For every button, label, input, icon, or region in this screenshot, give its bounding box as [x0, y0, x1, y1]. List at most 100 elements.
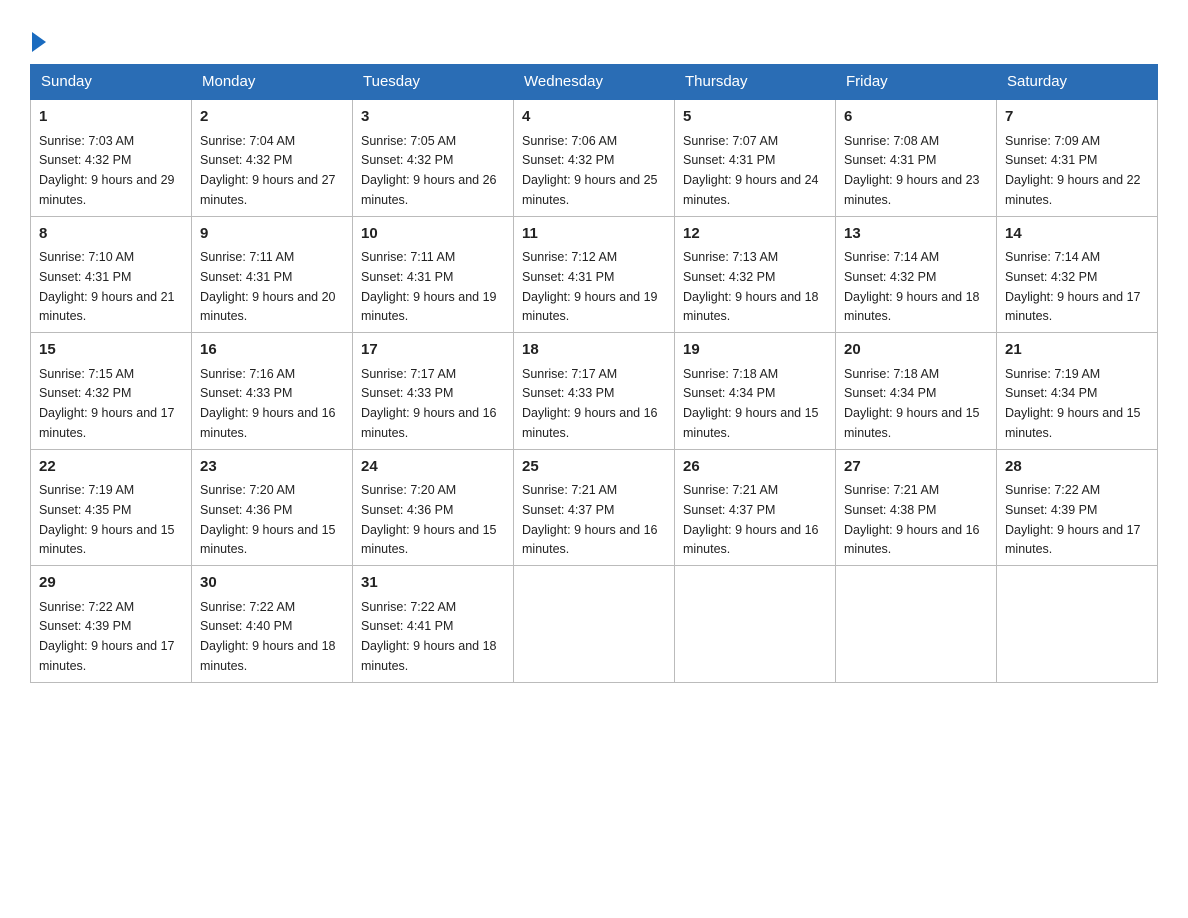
- calendar-week-1: 1 Sunrise: 7:03 AMSunset: 4:32 PMDayligh…: [31, 99, 1158, 216]
- calendar-cell: 26 Sunrise: 7:21 AMSunset: 4:37 PMDaylig…: [675, 449, 836, 566]
- header-friday: Friday: [836, 65, 997, 100]
- day-info: Sunrise: 7:10 AMSunset: 4:31 PMDaylight:…: [39, 250, 175, 323]
- calendar-cell: 2 Sunrise: 7:04 AMSunset: 4:32 PMDayligh…: [192, 99, 353, 216]
- day-info: Sunrise: 7:17 AMSunset: 4:33 PMDaylight:…: [361, 367, 497, 440]
- calendar-cell: [997, 566, 1158, 683]
- calendar-cell: 4 Sunrise: 7:06 AMSunset: 4:32 PMDayligh…: [514, 99, 675, 216]
- day-info: Sunrise: 7:11 AMSunset: 4:31 PMDaylight:…: [361, 250, 497, 323]
- calendar-cell: 3 Sunrise: 7:05 AMSunset: 4:32 PMDayligh…: [353, 99, 514, 216]
- day-number: 9: [200, 223, 344, 246]
- day-info: Sunrise: 7:15 AMSunset: 4:32 PMDaylight:…: [39, 367, 175, 440]
- day-info: Sunrise: 7:19 AMSunset: 4:35 PMDaylight:…: [39, 483, 175, 556]
- day-number: 19: [683, 339, 827, 362]
- day-number: 28: [1005, 456, 1149, 479]
- logo-text: [30, 30, 46, 54]
- calendar-cell: 9 Sunrise: 7:11 AMSunset: 4:31 PMDayligh…: [192, 216, 353, 333]
- day-info: Sunrise: 7:21 AMSunset: 4:37 PMDaylight:…: [522, 483, 658, 556]
- day-info: Sunrise: 7:22 AMSunset: 4:40 PMDaylight:…: [200, 600, 336, 673]
- calendar-cell: 28 Sunrise: 7:22 AMSunset: 4:39 PMDaylig…: [997, 449, 1158, 566]
- calendar-cell: 6 Sunrise: 7:08 AMSunset: 4:31 PMDayligh…: [836, 99, 997, 216]
- day-number: 25: [522, 456, 666, 479]
- calendar-header-row: SundayMondayTuesdayWednesdayThursdayFrid…: [31, 65, 1158, 100]
- day-number: 6: [844, 106, 988, 129]
- calendar-cell: 27 Sunrise: 7:21 AMSunset: 4:38 PMDaylig…: [836, 449, 997, 566]
- calendar-cell: 10 Sunrise: 7:11 AMSunset: 4:31 PMDaylig…: [353, 216, 514, 333]
- calendar-cell: [514, 566, 675, 683]
- day-info: Sunrise: 7:21 AMSunset: 4:37 PMDaylight:…: [683, 483, 819, 556]
- day-number: 20: [844, 339, 988, 362]
- day-number: 15: [39, 339, 183, 362]
- calendar-cell: 11 Sunrise: 7:12 AMSunset: 4:31 PMDaylig…: [514, 216, 675, 333]
- calendar-cell: 17 Sunrise: 7:17 AMSunset: 4:33 PMDaylig…: [353, 333, 514, 450]
- day-info: Sunrise: 7:09 AMSunset: 4:31 PMDaylight:…: [1005, 134, 1141, 207]
- day-number: 7: [1005, 106, 1149, 129]
- calendar-cell: 22 Sunrise: 7:19 AMSunset: 4:35 PMDaylig…: [31, 449, 192, 566]
- day-info: Sunrise: 7:17 AMSunset: 4:33 PMDaylight:…: [522, 367, 658, 440]
- calendar-cell: 30 Sunrise: 7:22 AMSunset: 4:40 PMDaylig…: [192, 566, 353, 683]
- day-info: Sunrise: 7:08 AMSunset: 4:31 PMDaylight:…: [844, 134, 980, 207]
- day-number: 16: [200, 339, 344, 362]
- day-number: 23: [200, 456, 344, 479]
- calendar-cell: 19 Sunrise: 7:18 AMSunset: 4:34 PMDaylig…: [675, 333, 836, 450]
- calendar-cell: 21 Sunrise: 7:19 AMSunset: 4:34 PMDaylig…: [997, 333, 1158, 450]
- day-number: 22: [39, 456, 183, 479]
- calendar-cell: 13 Sunrise: 7:14 AMSunset: 4:32 PMDaylig…: [836, 216, 997, 333]
- day-info: Sunrise: 7:06 AMSunset: 4:32 PMDaylight:…: [522, 134, 658, 207]
- day-number: 11: [522, 223, 666, 246]
- calendar-cell: 23 Sunrise: 7:20 AMSunset: 4:36 PMDaylig…: [192, 449, 353, 566]
- calendar-cell: 7 Sunrise: 7:09 AMSunset: 4:31 PMDayligh…: [997, 99, 1158, 216]
- calendar-cell: 20 Sunrise: 7:18 AMSunset: 4:34 PMDaylig…: [836, 333, 997, 450]
- calendar-table: SundayMondayTuesdayWednesdayThursdayFrid…: [30, 64, 1158, 683]
- day-number: 3: [361, 106, 505, 129]
- calendar-cell: 14 Sunrise: 7:14 AMSunset: 4:32 PMDaylig…: [997, 216, 1158, 333]
- day-number: 30: [200, 572, 344, 595]
- day-number: 12: [683, 223, 827, 246]
- header-saturday: Saturday: [997, 65, 1158, 100]
- calendar-cell: [836, 566, 997, 683]
- calendar-cell: 31 Sunrise: 7:22 AMSunset: 4:41 PMDaylig…: [353, 566, 514, 683]
- day-number: 10: [361, 223, 505, 246]
- calendar-cell: 8 Sunrise: 7:10 AMSunset: 4:31 PMDayligh…: [31, 216, 192, 333]
- calendar-cell: 15 Sunrise: 7:15 AMSunset: 4:32 PMDaylig…: [31, 333, 192, 450]
- calendar-cell: 1 Sunrise: 7:03 AMSunset: 4:32 PMDayligh…: [31, 99, 192, 216]
- calendar-week-4: 22 Sunrise: 7:19 AMSunset: 4:35 PMDaylig…: [31, 449, 1158, 566]
- day-info: Sunrise: 7:13 AMSunset: 4:32 PMDaylight:…: [683, 250, 819, 323]
- day-info: Sunrise: 7:20 AMSunset: 4:36 PMDaylight:…: [200, 483, 336, 556]
- day-info: Sunrise: 7:18 AMSunset: 4:34 PMDaylight:…: [683, 367, 819, 440]
- day-info: Sunrise: 7:11 AMSunset: 4:31 PMDaylight:…: [200, 250, 336, 323]
- day-info: Sunrise: 7:07 AMSunset: 4:31 PMDaylight:…: [683, 134, 819, 207]
- calendar-week-5: 29 Sunrise: 7:22 AMSunset: 4:39 PMDaylig…: [31, 566, 1158, 683]
- calendar-week-2: 8 Sunrise: 7:10 AMSunset: 4:31 PMDayligh…: [31, 216, 1158, 333]
- day-info: Sunrise: 7:05 AMSunset: 4:32 PMDaylight:…: [361, 134, 497, 207]
- day-info: Sunrise: 7:18 AMSunset: 4:34 PMDaylight:…: [844, 367, 980, 440]
- day-number: 4: [522, 106, 666, 129]
- logo: [30, 30, 46, 54]
- day-number: 27: [844, 456, 988, 479]
- header-sunday: Sunday: [31, 65, 192, 100]
- day-info: Sunrise: 7:22 AMSunset: 4:39 PMDaylight:…: [39, 600, 175, 673]
- day-number: 13: [844, 223, 988, 246]
- day-info: Sunrise: 7:14 AMSunset: 4:32 PMDaylight:…: [1005, 250, 1141, 323]
- day-number: 8: [39, 223, 183, 246]
- day-info: Sunrise: 7:22 AMSunset: 4:41 PMDaylight:…: [361, 600, 497, 673]
- header-monday: Monday: [192, 65, 353, 100]
- calendar-cell: 24 Sunrise: 7:20 AMSunset: 4:36 PMDaylig…: [353, 449, 514, 566]
- day-number: 18: [522, 339, 666, 362]
- day-number: 14: [1005, 223, 1149, 246]
- day-info: Sunrise: 7:19 AMSunset: 4:34 PMDaylight:…: [1005, 367, 1141, 440]
- day-number: 1: [39, 106, 183, 129]
- day-info: Sunrise: 7:04 AMSunset: 4:32 PMDaylight:…: [200, 134, 336, 207]
- page-header: [30, 20, 1158, 54]
- day-number: 24: [361, 456, 505, 479]
- day-info: Sunrise: 7:12 AMSunset: 4:31 PMDaylight:…: [522, 250, 658, 323]
- calendar-week-3: 15 Sunrise: 7:15 AMSunset: 4:32 PMDaylig…: [31, 333, 1158, 450]
- logo-arrow-icon: [32, 32, 46, 52]
- calendar-cell: 25 Sunrise: 7:21 AMSunset: 4:37 PMDaylig…: [514, 449, 675, 566]
- calendar-cell: 5 Sunrise: 7:07 AMSunset: 4:31 PMDayligh…: [675, 99, 836, 216]
- calendar-cell: [675, 566, 836, 683]
- day-info: Sunrise: 7:03 AMSunset: 4:32 PMDaylight:…: [39, 134, 175, 207]
- day-info: Sunrise: 7:21 AMSunset: 4:38 PMDaylight:…: [844, 483, 980, 556]
- day-number: 5: [683, 106, 827, 129]
- day-number: 21: [1005, 339, 1149, 362]
- day-number: 2: [200, 106, 344, 129]
